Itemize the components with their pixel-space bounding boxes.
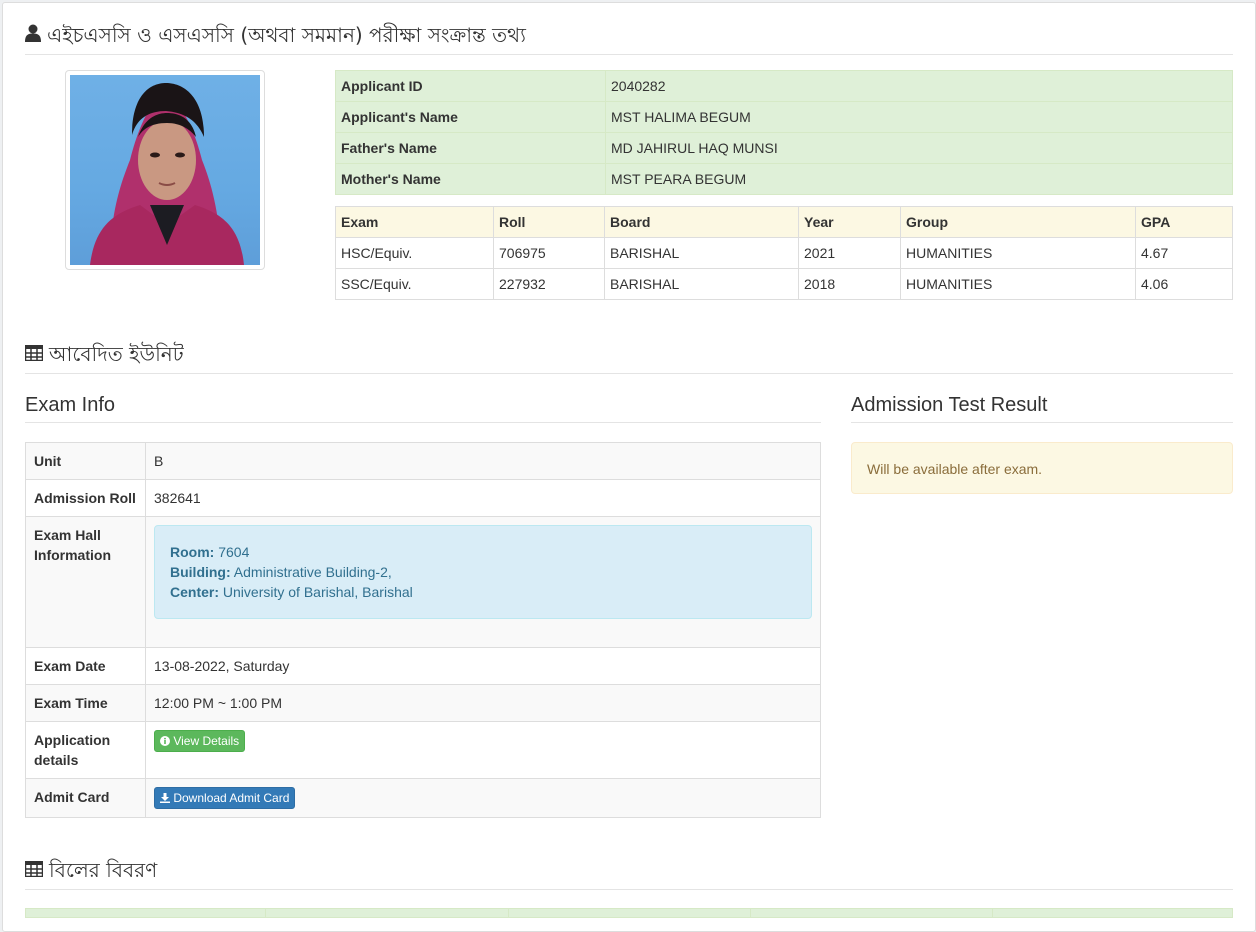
- academic-results-table: Exam Roll Board Year Group GPA HSC/Equiv…: [335, 206, 1233, 300]
- table-cell: 706975: [493, 237, 605, 269]
- table-cell: BARISHAL: [604, 268, 799, 300]
- applicant-name-label: Applicant's Name: [335, 101, 606, 133]
- unit-value: B: [145, 442, 821, 480]
- column-divider: [508, 909, 509, 917]
- center-value: University of Barishal, Barishal: [222, 584, 413, 600]
- building-value: Administrative Building-2,: [233, 564, 392, 580]
- column-header-gpa: GPA: [1135, 206, 1233, 238]
- table-row: Application details View Details: [25, 721, 821, 779]
- table-cell: 2021: [798, 237, 901, 269]
- view-details-label: View Details: [173, 734, 240, 748]
- admission-roll-value: 382641: [145, 479, 821, 517]
- column-header-group: Group: [900, 206, 1136, 238]
- center-line: Center: University of Barishal, Barishal: [170, 582, 796, 602]
- table-row: Admission Roll 382641: [25, 479, 821, 517]
- table-row: Exam Date 13-08-2022, Saturday: [25, 647, 821, 685]
- table-cell: 4.67: [1135, 237, 1233, 269]
- exam-time-value: 12:00 PM ~ 1:00 PM: [145, 684, 821, 722]
- table-row: Exam Time 12:00 PM ~ 1:00 PM: [25, 684, 821, 722]
- admission-result-heading: Admission Test Result: [851, 392, 1233, 423]
- exam-date-value: 13-08-2022, Saturday: [145, 647, 821, 685]
- table-cell: HSC/Equiv.: [335, 237, 494, 269]
- column-header-roll: Roll: [493, 206, 605, 238]
- section-title: বিলের বিবরণ: [49, 858, 158, 883]
- table-cell: BARISHAL: [604, 237, 799, 269]
- exam-hall-cell: Room: 7604 Building: Administrative Buil…: [145, 516, 821, 648]
- column-header-exam: Exam: [335, 206, 494, 238]
- applicant-info-table: Applicant ID 2040282 Applicant's Name MS…: [335, 70, 1233, 195]
- info-circle-icon: [160, 734, 170, 748]
- column-divider: [265, 909, 266, 917]
- user-icon: [25, 20, 41, 50]
- column-divider: [992, 909, 993, 917]
- father-name-label: Father's Name: [335, 132, 606, 164]
- exam-info-heading: Exam Info: [25, 392, 821, 423]
- applicant-id-label: Applicant ID: [335, 70, 606, 102]
- mother-name-label: Mother's Name: [335, 163, 606, 195]
- download-admit-card-button[interactable]: Download Admit Card: [154, 787, 296, 809]
- table-row: Mother's Name MST PEARA BEGUM: [335, 163, 1233, 195]
- download-admit-card-label: Download Admit Card: [173, 791, 290, 805]
- table-cell: SSC/Equiv.: [335, 268, 494, 300]
- center-label: Center:: [170, 584, 220, 600]
- exam-date-label: Exam Date: [25, 647, 146, 685]
- bill-details-table: [25, 908, 1233, 918]
- table-row: Applicant's Name MST HALIMA BEGUM: [335, 101, 1233, 133]
- mother-name-value: MST PEARA BEGUM: [605, 163, 1233, 195]
- section-heading-exam-info: এইচএসসি ও এসএসসি (অথবা সমমান) পরীক্ষা সং…: [25, 19, 1233, 56]
- exam-hall-info-box: Room: 7604 Building: Administrative Buil…: [154, 525, 812, 619]
- table-icon: [24, 339, 44, 369]
- section-heading-applied-units: আবেদিত ইউনিট: [24, 338, 1233, 375]
- table-cell: 4.06: [1135, 268, 1233, 300]
- table-row: Exam Hall Information Room: 7604 Buildin…: [25, 516, 821, 648]
- exam-time-label: Exam Time: [25, 684, 146, 722]
- column-header-board: Board: [604, 206, 799, 238]
- applicant-photo-frame: [65, 70, 265, 270]
- table-row: Unit B: [25, 442, 821, 480]
- main-panel: এইচএসসি ও এসএসসি (অথবা সমমান) পরীক্ষা সং…: [2, 2, 1256, 932]
- view-details-button[interactable]: View Details: [154, 730, 246, 752]
- admit-card-cell: Download Admit Card: [145, 778, 821, 818]
- column-divider: [750, 909, 751, 917]
- building-line: Building: Administrative Building-2,: [170, 562, 796, 582]
- unit-label: Unit: [25, 442, 146, 480]
- admission-result-alert: Will be available after exam.: [851, 442, 1233, 494]
- exam-hall-label: Exam Hall Information: [25, 516, 146, 648]
- download-icon: [160, 791, 170, 805]
- applicant-name-value: MST HALIMA BEGUM: [605, 101, 1233, 133]
- column-header-year: Year: [798, 206, 901, 238]
- table-row: HSC/Equiv. 706975 BARISHAL 2021 HUMANITI…: [335, 237, 1233, 269]
- applicant-id-value: 2040282: [605, 70, 1233, 102]
- room-label: Room:: [170, 544, 215, 560]
- table-cell: 227932: [493, 268, 605, 300]
- table-header-row: Exam Roll Board Year Group GPA: [335, 206, 1233, 238]
- table-row: Applicant ID 2040282: [335, 70, 1233, 102]
- table-row: Father's Name MD JAHIRUL HAQ MUNSI: [335, 132, 1233, 164]
- section-title: আবেদিত ইউনিট: [49, 342, 184, 367]
- admit-card-label: Admit Card: [25, 778, 146, 818]
- exam-info-table: Unit B Admission Roll 382641 Exam Hall I…: [25, 442, 821, 818]
- table-row: SSC/Equiv. 227932 BARISHAL 2018 HUMANITI…: [335, 268, 1233, 300]
- section-heading-bill-details: বিলের বিবরণ: [24, 854, 1233, 891]
- room-line: Room: 7604: [170, 542, 796, 562]
- applicant-photo: [70, 75, 260, 265]
- table-cell: HUMANITIES: [900, 268, 1136, 300]
- application-details-label: Application details: [25, 721, 146, 779]
- table-cell: HUMANITIES: [900, 237, 1136, 269]
- building-label: Building:: [170, 564, 231, 580]
- room-value: 7604: [218, 544, 250, 560]
- table-icon: [24, 855, 44, 885]
- table-row: Admit Card Download Admit Card: [25, 778, 821, 818]
- admission-roll-label: Admission Roll: [25, 479, 146, 517]
- application-details-cell: View Details: [145, 721, 821, 779]
- section-title: এইচএসসি ও এসএসসি (অথবা সমমান) পরীক্ষা সং…: [47, 23, 526, 48]
- table-cell: 2018: [798, 268, 901, 300]
- father-name-value: MD JAHIRUL HAQ MUNSI: [605, 132, 1233, 164]
